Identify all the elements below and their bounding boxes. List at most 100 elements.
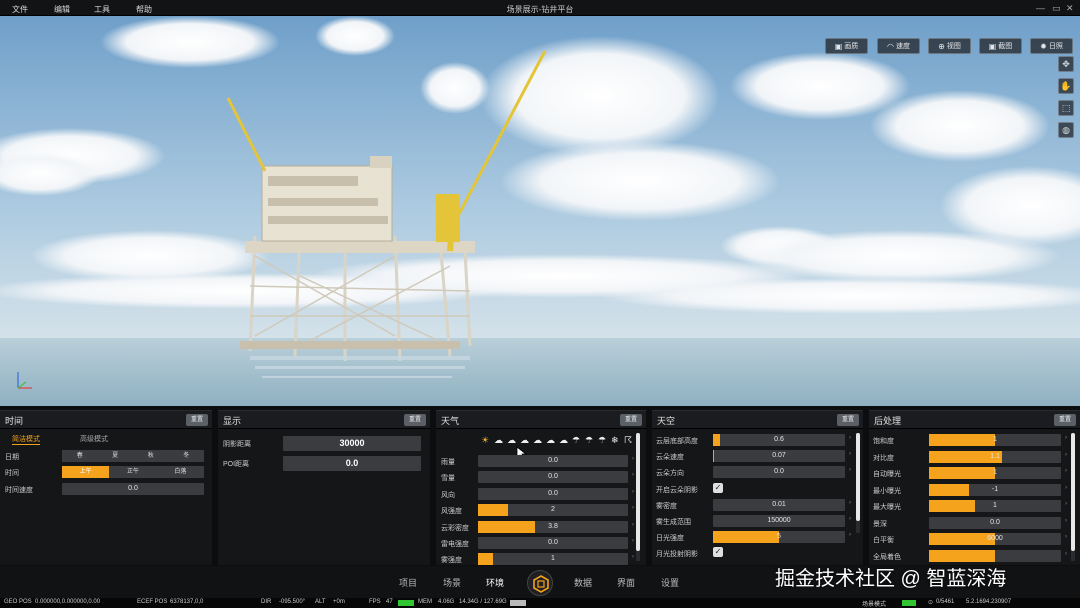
cloudy-icon[interactable]: ☁ [507,435,516,446]
weather-label: 雷电强度 [441,541,469,548]
sky-label: 日光强度 [656,535,684,543]
tab-simple-mode[interactable]: 简洁模式 [12,434,40,445]
chevron-right-icon: › [849,467,851,474]
quality-button[interactable]: ▣ 画质 [825,38,868,54]
cloud-icon[interactable]: ☁ [546,435,555,446]
nav-interface[interactable]: 界面 [617,576,635,589]
nav-scene[interactable]: 场景 [443,576,461,589]
close-icon[interactable]: ✕ [1066,3,1074,14]
screenshot-button[interactable]: ▣ 截图 [979,38,1022,54]
sky-scrollbar[interactable] [856,433,860,533]
shadow-distance-input[interactable]: 30000 [283,436,421,451]
snow-icon[interactable]: ❄ [611,435,619,446]
sky-reset-button[interactable]: 重置 [837,414,859,426]
weather-slider[interactable]: 0.0 › [478,537,634,549]
post-slider[interactable]: 1.1 › [929,450,1067,463]
sky-slider[interactable]: 0.0 › [713,466,851,479]
post-slider[interactable]: › [929,549,1067,562]
speed-button[interactable]: ◠ 速度 [877,38,920,54]
season-summer[interactable]: 夏 [98,450,134,462]
weather-row: 雪量 0.0 › [436,471,646,484]
post-slider[interactable]: 6000 › [929,533,1067,545]
cloud-icon[interactable]: ☁ [533,435,542,446]
mem-value: 4.06G [438,599,455,605]
time-speed-value: 0.0 [128,485,138,492]
post-slider[interactable]: 1 › [929,434,1067,446]
weather-slider[interactable]: 1 › [478,553,634,566]
time-of-day-selector[interactable]: 上午 正午 白落 [62,466,204,478]
version-label: 5.2.1694.230907 [966,599,1012,605]
season-winter[interactable]: 冬 [169,450,205,462]
weather-scrollbar[interactable] [636,433,640,561]
weather-slider[interactable]: 0.0 › [478,455,634,467]
nav-data[interactable]: 数据 [574,576,592,589]
weather-slider[interactable]: 0.0 › [478,487,634,500]
weather-reset-button[interactable]: 重置 [620,414,642,426]
post-slider[interactable]: 0.0 › [929,516,1067,529]
globe-icon[interactable]: ◍ [1058,122,1074,138]
sky-checkbox[interactable]: ✓ [713,547,723,558]
sky-slider[interactable]: 5 › [713,531,851,544]
season-selector[interactable]: 春 夏 秋 冬 [62,450,204,462]
navigate-icon[interactable]: ⬚ [1058,100,1074,116]
weather-slider[interactable]: 0.0 › [478,471,634,484]
rain-icon[interactable]: ☂ [585,435,593,446]
post-label: 白平衡 [873,537,894,544]
pan-icon[interactable]: ✋ [1058,78,1074,94]
season-autumn[interactable]: 秋 [133,450,169,462]
partly-cloudy-icon[interactable]: ☁ [494,435,503,446]
time-speed-slider[interactable]: 0.0 [62,483,204,495]
sky-row: 雾密度 0.01 › [652,498,863,512]
weather-slider[interactable]: 3.8 › [478,520,634,533]
nav-project[interactable]: 项目 [399,576,417,589]
ecef-pos-value: 6378137,0,0 [170,599,204,605]
app-logo-icon[interactable] [527,570,553,596]
storm-icon[interactable]: ☈ [624,435,632,446]
nav-settings[interactable]: 设置 [661,576,679,589]
season-spring[interactable]: 春 [62,450,98,462]
post-slider[interactable]: 1 › [929,467,1067,479]
overcast-icon[interactable]: ☁ [520,435,529,446]
minimize-icon[interactable]: — [1036,3,1045,13]
date-row: 日期 春 夏 秋 冬 [0,450,212,463]
rain-cloud-icon[interactable]: ☁ [559,435,568,446]
geo-pos-value: 0.000000,0.000000,0.00 [35,599,101,605]
sunny-icon[interactable]: ☀ [481,435,489,446]
time-dusk[interactable]: 白落 [157,466,204,478]
post-scrollbar[interactable] [1071,433,1075,561]
sky-value: 5 [777,533,781,541]
sky-slider[interactable]: 0.6 › [713,434,851,446]
scene-viewport[interactable]: ▣ 画质 ◠ 速度 ⊕ 视图 ▣ 截图 ✹ 日照 ✥ ✋ ⬚ ◍ [0,16,1080,406]
weather-label: 风强度 [441,508,462,516]
move-icon[interactable]: ✥ [1058,56,1074,72]
maximize-icon[interactable]: ▭ [1052,3,1061,14]
time-panel: 时间 重置 简洁模式 高级模式 日期 春 夏 秋 冬 时间 上午 正午 白落 时间… [0,410,212,565]
post-slider[interactable]: 1 › [929,500,1067,512]
view-button[interactable]: ⊕ 视图 [928,38,971,54]
sky-checkbox[interactable]: ✓ [713,482,723,493]
post-row: 最小曝光 -1 › [869,483,1080,497]
post-slider[interactable]: -1 › [929,483,1067,496]
speed-icon: ◠ [887,41,894,51]
sky-slider[interactable]: 0.01 › [713,498,851,511]
post-label: 景深 [873,520,887,528]
alt-label: ALT [315,599,326,605]
sunlight-button[interactable]: ✹ 日照 [1030,38,1073,54]
post-row: 自动曝光 1 › [869,467,1080,480]
time-reset-button[interactable]: 重置 [186,414,208,426]
poi-distance-input[interactable]: 0.0 [283,456,421,471]
post-reset-button[interactable]: 重置 [1054,414,1076,426]
nav-environment[interactable]: 环境 [486,576,504,589]
chevron-right-icon: › [632,472,634,479]
sky-slider[interactable]: 150000 › [713,515,851,527]
time-morning[interactable]: 上午 [62,466,110,478]
display-reset-button[interactable]: 重置 [404,414,426,426]
weather-slider[interactable]: 2 › [478,504,634,517]
tab-advanced-mode[interactable]: 高级模式 [80,434,108,444]
sky-slider[interactable]: 0.07 › [713,450,851,463]
sky-row: 雾生成范围 150000 › [652,515,863,528]
time-noon[interactable]: 正午 [109,466,156,478]
light-rain-icon[interactable]: ☂ [572,435,580,446]
sky-panel: 天空 重置 云层底部高度 0.6 › 云朵速度 0.07 › 云朵方向 0.0 › 开启云朵阴影 ✓ 雾… [652,410,863,565]
heavy-rain-icon[interactable]: ☂ [598,435,606,446]
